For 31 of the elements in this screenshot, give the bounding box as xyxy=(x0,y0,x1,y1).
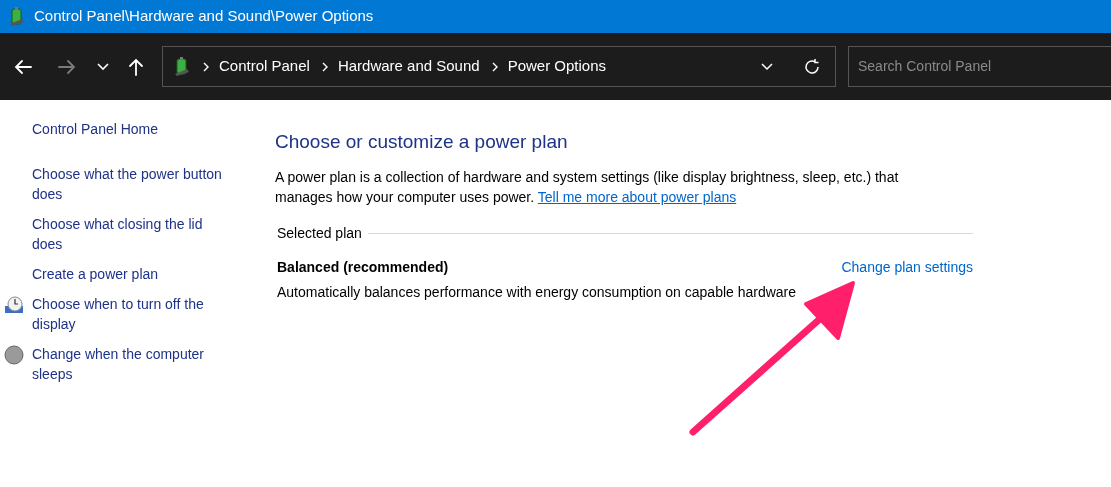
dropdown-icon[interactable] xyxy=(761,62,773,71)
learn-more-link[interactable]: Tell me more about power plans xyxy=(537,188,737,205)
breadcrumb-item[interactable]: Control Panel xyxy=(219,55,310,78)
sidebar-link[interactable]: Create a power plan xyxy=(32,264,232,284)
search-input[interactable]: Search Control Panel xyxy=(858,56,1111,77)
breadcrumb-item[interactable]: Hardware and Sound xyxy=(337,55,480,78)
battery-icon xyxy=(173,55,191,78)
plan-description: Automatically balances performance with energy consumption on capable hardware xyxy=(276,282,798,302)
battery-icon xyxy=(8,6,26,27)
page-heading: Choose or customize a power plan xyxy=(275,130,569,154)
clock-icon xyxy=(4,295,24,315)
refresh-icon[interactable] xyxy=(803,57,821,76)
window-title: Control Panel\Hardware and Sound\Power Options xyxy=(34,6,374,27)
address-bar[interactable]: Control Panel Hardware and Sound Power Options xyxy=(162,46,836,87)
back-arrow-icon[interactable] xyxy=(14,58,32,75)
up-arrow-icon[interactable] xyxy=(128,57,144,76)
chevron-icon[interactable] xyxy=(203,61,209,72)
chevron-icon[interactable] xyxy=(321,61,328,72)
breadcrumb-item[interactable]: Power Options xyxy=(507,55,607,78)
plan-name: Balanced (recommended) xyxy=(276,257,449,277)
sidebar-link[interactable]: Change when the computer sleeps xyxy=(32,344,232,384)
description-text: A power plan is a collection of hardware and system settings (like display brightness, sleep, etc.) that manages how your computer uses power. Tell me more about power plans xyxy=(275,167,900,207)
sidebar-link[interactable]: Choose when to turn off the display xyxy=(32,294,232,334)
home-link[interactable]: Control Panel Home xyxy=(32,119,232,139)
change-plan-settings-link[interactable]: Change plan settings xyxy=(841,256,973,278)
chevron-down-icon[interactable] xyxy=(97,62,109,71)
section-label: Selected plan xyxy=(276,223,363,243)
search-field[interactable]: Search Control Panel xyxy=(848,46,1111,87)
sidebar-link[interactable]: Choose what closing the lid does xyxy=(32,214,232,254)
sidebar-link[interactable]: Choose what the power button does xyxy=(32,164,232,204)
chevron-icon[interactable] xyxy=(491,61,498,72)
